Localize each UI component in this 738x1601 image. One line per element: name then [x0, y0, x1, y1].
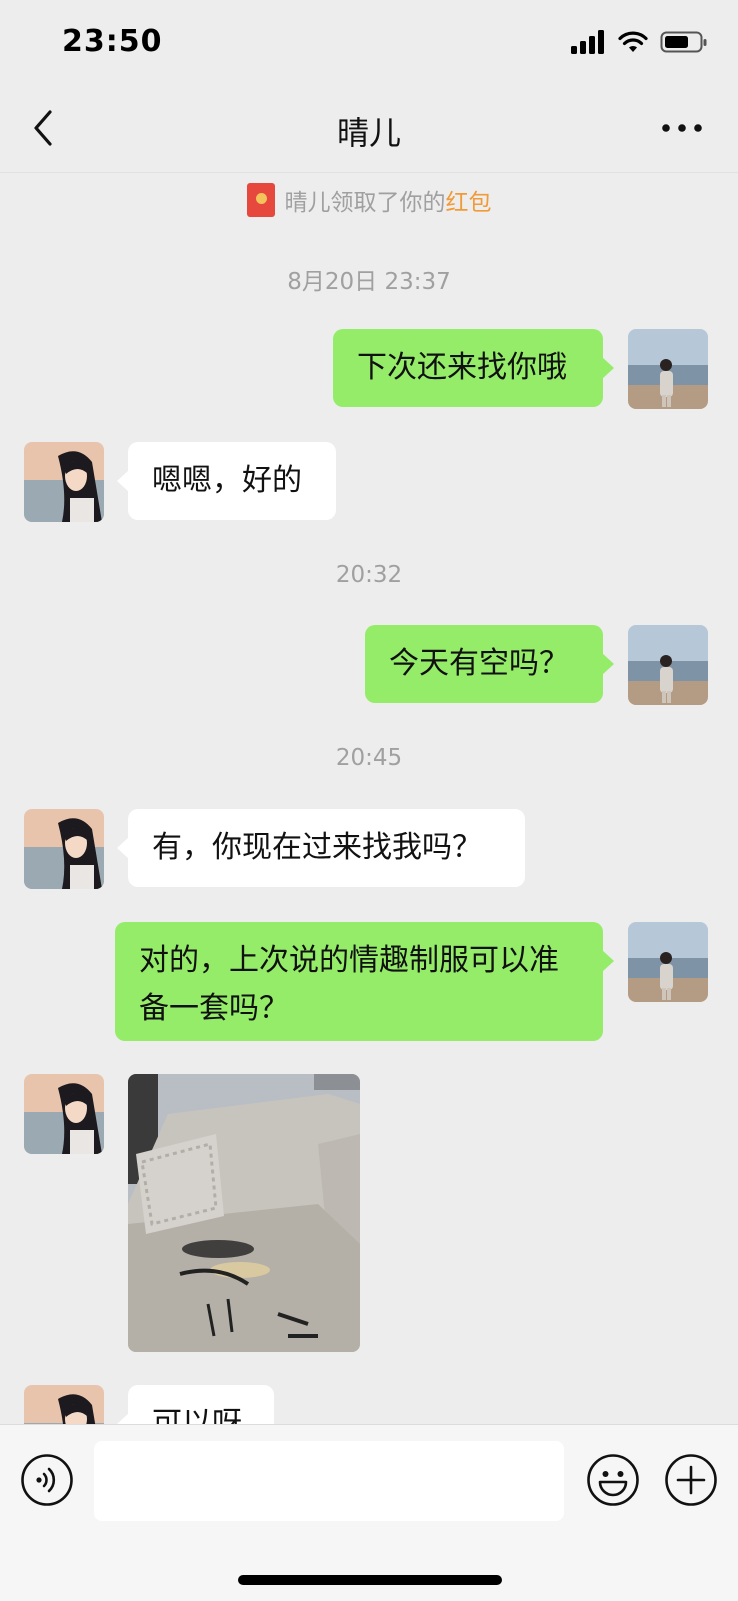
timestamp: 8月20日 23:37: [287, 269, 451, 295]
red-packet-icon: [246, 183, 275, 217]
contact-message-bubble[interactable]: 有，你现在过来找我吗？: [117, 809, 525, 887]
my-message-bubble[interactable]: 下次还来找你哦: [333, 329, 614, 407]
chat-title: 晴儿: [336, 114, 401, 152]
my-avatar[interactable]: [628, 329, 708, 409]
my-avatar[interactable]: [628, 922, 708, 1002]
contact-avatar[interactable]: [24, 442, 104, 522]
image-message[interactable]: [128, 1074, 360, 1352]
contact-avatar[interactable]: [24, 1074, 104, 1154]
timestamp: 20:32: [335, 562, 403, 588]
my-avatar[interactable]: [628, 625, 708, 705]
input-bar: [0, 1424, 738, 1601]
red-packet-notice: 晴儿领取了你的红包: [0, 183, 738, 217]
emoji-icon[interactable]: [586, 1453, 640, 1507]
voice-icon[interactable]: [20, 1453, 74, 1507]
status-bar: 23:50: [0, 0, 738, 88]
signal-icon: [571, 30, 604, 54]
red-packet-link[interactable]: 红包: [446, 190, 492, 216]
wifi-icon: [618, 31, 648, 52]
battery-icon: [660, 31, 707, 53]
my-message-bubble[interactable]: 今天有空吗？: [365, 625, 614, 703]
message-input[interactable]: [94, 1441, 564, 1521]
status-time: 23:50: [62, 24, 163, 59]
contact-message-bubble[interactable]: 嗯嗯，好的: [117, 442, 336, 520]
status-icons: [570, 30, 708, 54]
plus-icon[interactable]: [664, 1453, 718, 1507]
my-message-bubble[interactable]: 对的，上次说的情趣制服可以准备一套吗？: [115, 922, 614, 1041]
more-dots-icon[interactable]: [660, 110, 704, 146]
home-indicator: [238, 1575, 502, 1585]
red-packet-text: 晴儿领取了你的: [284, 190, 446, 216]
timestamp: 20:45: [335, 745, 403, 771]
chat-header: 晴儿: [0, 88, 738, 173]
contact-avatar[interactable]: [24, 809, 104, 889]
